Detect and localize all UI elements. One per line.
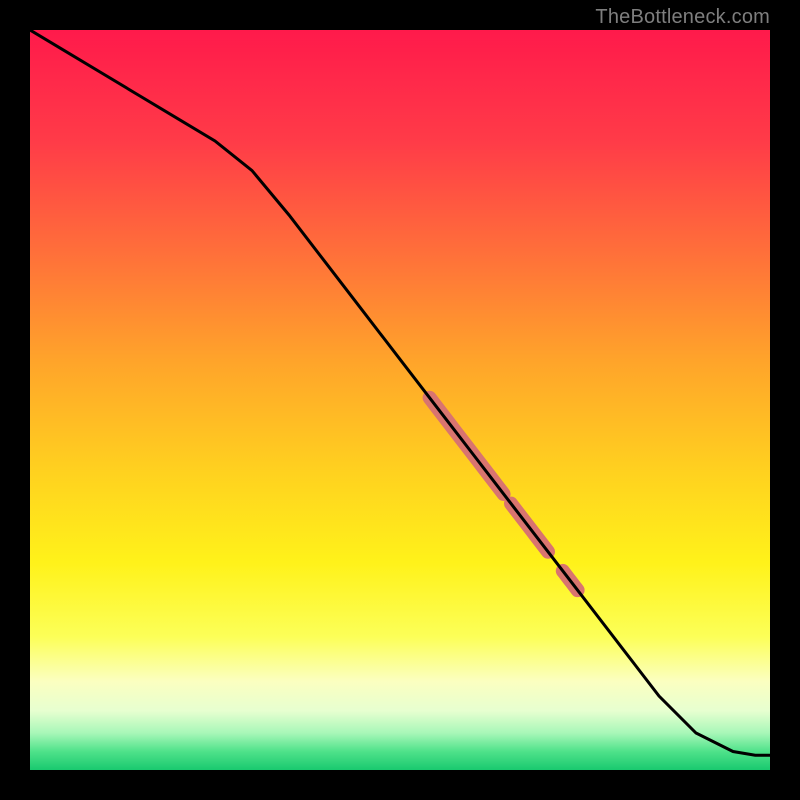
outer-frame: TheBottleneck.com	[0, 0, 800, 800]
bottleneck-curve	[30, 30, 770, 755]
plot-area	[30, 30, 770, 770]
curve-layer	[30, 30, 770, 770]
watermark-text: TheBottleneck.com	[595, 6, 770, 29]
